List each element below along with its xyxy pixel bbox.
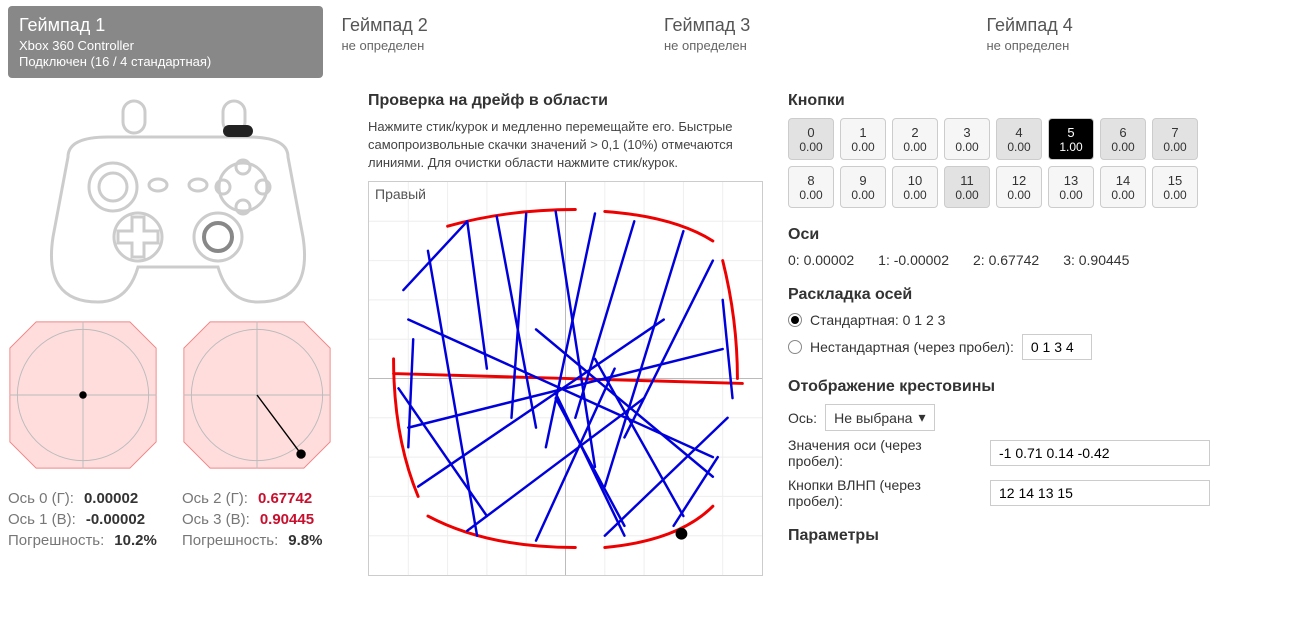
err-label: Погрешность: (8, 532, 104, 549)
tab-sub1: не определен (987, 38, 1280, 53)
button-7: 70.00 (1152, 118, 1198, 160)
axis1-value: -0.00002 (86, 511, 145, 528)
buttons-heading: Кнопки (788, 92, 1290, 110)
axis2-label: Ось 2 (Г): (182, 490, 248, 507)
dpad-axis-select[interactable]: Не выбрана ▾ (825, 404, 934, 431)
drift-help: Нажмите стик/курок и медленно перемещайт… (368, 118, 768, 173)
layout-nonstandard-label: Нестандартная (через пробел): (810, 339, 1014, 355)
button-2: 20.00 (892, 118, 938, 160)
button-12: 120.00 (996, 166, 1042, 208)
params-heading: Параметры (788, 527, 1290, 545)
buttons-grid: 00.0010.0020.0030.0040.0051.0060.0070.00… (788, 118, 1248, 208)
axis3-value: 0.90445 (260, 511, 314, 528)
button-14: 140.00 (1100, 166, 1146, 208)
layout-standard-option[interactable]: Стандартная: 0 1 2 3 (788, 312, 1290, 328)
drift-heading: Проверка на дрейф в области (368, 92, 768, 110)
button-13: 130.00 (1048, 166, 1094, 208)
axes-values: 0: 0.000021: -0.000022: 0.677423: 0.9044… (788, 252, 1290, 268)
button-1: 10.00 (840, 118, 886, 160)
chevron-down-icon: ▾ (918, 409, 925, 426)
tab-sub1: не определен (342, 38, 635, 53)
tab-sub1: Xbox 360 Controller (19, 38, 312, 53)
tab-sub1: не определен (664, 38, 957, 53)
button-10: 100.00 (892, 166, 938, 208)
layout-standard-label: Стандартная: 0 1 2 3 (810, 312, 945, 328)
dpad-buttons-label: Кнопки ВЛНП (через пробел): (788, 477, 978, 509)
radio-icon (788, 340, 802, 354)
left-stick-visual (8, 320, 158, 470)
err-value: 10.2% (114, 532, 157, 549)
layout-nonstandard-option[interactable]: Нестандартная (через пробел): (788, 334, 1290, 360)
axis3-label: Ось 3 (В): (182, 511, 250, 528)
axes-heading: Оси (788, 226, 1290, 244)
dpad-buttons-input[interactable] (990, 480, 1210, 506)
right-stick-visual (182, 320, 332, 470)
err-value: 9.8% (288, 532, 322, 549)
gamepad-illustration (8, 92, 348, 312)
layout-nonstandard-input[interactable] (1022, 334, 1092, 360)
button-11: 110.00 (944, 166, 990, 208)
button-15: 150.00 (1152, 166, 1198, 208)
gamepad-tabs: Геймпад 1 Xbox 360 Controller Подключен … (0, 0, 1298, 78)
axis1-label: Ось 1 (В): (8, 511, 76, 528)
button-8: 80.00 (788, 166, 834, 208)
button-6: 60.00 (1100, 118, 1146, 160)
tab-title: Геймпад 4 (987, 15, 1280, 36)
button-5: 51.00 (1048, 118, 1094, 160)
dpad-axis-value: Не выбрана (834, 410, 912, 426)
tab-title: Геймпад 3 (664, 15, 957, 36)
button-0: 00.00 (788, 118, 834, 160)
button-9: 90.00 (840, 166, 886, 208)
axis-values-label: Значения оси (через пробел): (788, 437, 978, 469)
radio-icon (788, 313, 802, 327)
button-4: 40.00 (996, 118, 1042, 160)
axis0-value: 0.00002 (84, 490, 138, 507)
err-label: Погрешность: (182, 532, 278, 549)
tab-title: Геймпад 2 (342, 15, 635, 36)
drift-area[interactable]: Правый (368, 181, 763, 576)
tab-gamepad-4[interactable]: Геймпад 4 не определен (976, 6, 1291, 78)
dpad-heading: Отображение крестовины (788, 378, 1290, 396)
dpad-axis-label: Ось: (788, 410, 817, 426)
tab-gamepad-3[interactable]: Геймпад 3 не определен (653, 6, 968, 78)
axis-values-input[interactable] (990, 440, 1210, 466)
tab-sub2: Подключен (16 / 4 стандартная) (19, 54, 312, 69)
tab-title: Геймпад 1 (19, 15, 312, 36)
axis2-value: 0.67742 (258, 490, 312, 507)
axis-layout-heading: Раскладка осей (788, 286, 1290, 304)
button-3: 30.00 (944, 118, 990, 160)
axis0-label: Ось 0 (Г): (8, 490, 74, 507)
tab-gamepad-1[interactable]: Геймпад 1 Xbox 360 Controller Подключен … (8, 6, 323, 78)
tab-gamepad-2[interactable]: Геймпад 2 не определен (331, 6, 646, 78)
